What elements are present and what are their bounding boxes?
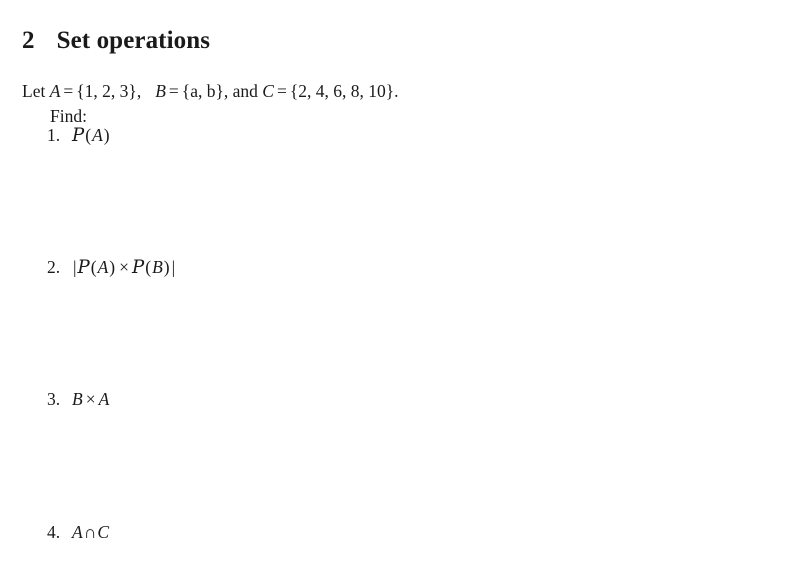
operand-a: A xyxy=(72,522,83,542)
item-expression: A∩C xyxy=(72,520,109,545)
power-set-symbol-a: P xyxy=(77,257,90,278)
problem-list: 1. P(A) 2. |P(A) × P(B) | 3. B × A 4. A∩C xyxy=(0,0,811,583)
power-set-symbol-b: P xyxy=(132,257,145,278)
open-paren: ( xyxy=(85,125,92,145)
item-expression: B × A xyxy=(72,387,109,412)
item-expression: P(A) xyxy=(72,123,111,148)
item-expression: |P(A) × P(B) | xyxy=(72,255,176,280)
list-item: 1. P(A) xyxy=(47,123,111,149)
list-item: 4. A∩C xyxy=(47,520,109,546)
list-item: 3. B × A xyxy=(47,387,109,413)
answer-space xyxy=(47,148,48,149)
operand-c: C xyxy=(97,522,110,542)
cardinality-bar-right: | xyxy=(171,257,176,277)
operand-a: A xyxy=(97,257,109,277)
close-paren-a: ) xyxy=(109,257,116,277)
power-set-symbol: P xyxy=(72,125,85,146)
close-paren-b: ) xyxy=(163,257,170,277)
operand-b: B xyxy=(72,389,83,409)
operand-a: A xyxy=(92,125,103,145)
operand-a: A xyxy=(98,389,110,409)
answer-space xyxy=(47,545,48,546)
item-marker: 4. xyxy=(47,522,61,542)
item-marker: 2. xyxy=(47,257,61,277)
intersection-operator: ∩ xyxy=(83,522,97,542)
answer-space xyxy=(47,412,48,413)
document-page: 2 Set operations Let A = {1, 2, 3}, B = {a, b}… xyxy=(0,0,811,583)
operand-b: B xyxy=(152,257,163,277)
list-item: 2. |P(A) × P(B) | xyxy=(47,255,176,281)
cartesian-product-operator: × xyxy=(119,257,129,277)
cartesian-product-operator: × xyxy=(85,389,96,409)
open-paren-a: ( xyxy=(90,257,97,277)
close-paren: ) xyxy=(103,125,110,145)
answer-space xyxy=(47,280,48,281)
open-paren-b: ( xyxy=(145,257,152,277)
item-marker: 3. xyxy=(47,389,61,409)
item-marker: 1. xyxy=(47,125,61,145)
